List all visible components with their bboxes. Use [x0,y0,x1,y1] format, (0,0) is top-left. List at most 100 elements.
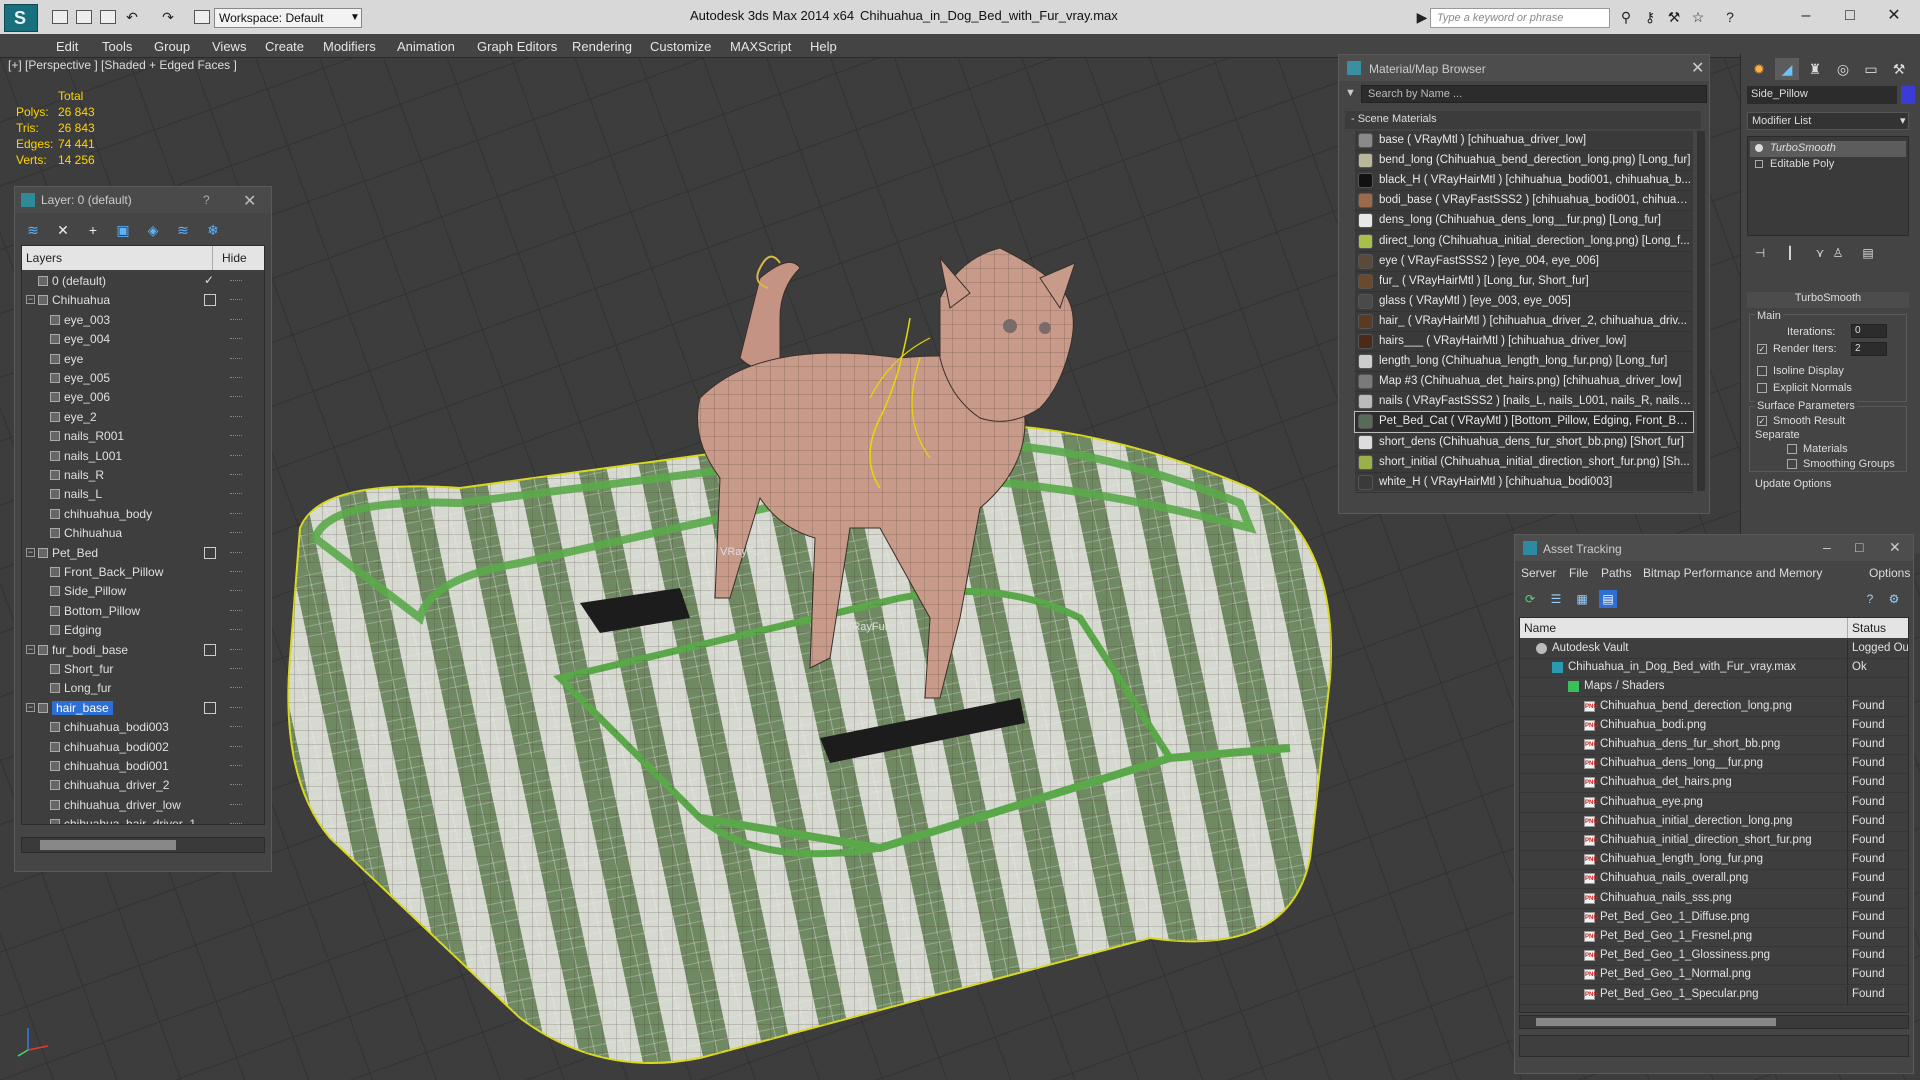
hide-toggle[interactable] [230,745,242,748]
column-divider[interactable] [212,246,213,270]
column-header-layers[interactable]: Layers [26,251,62,265]
help-button[interactable]: ? [203,193,210,207]
asset-row[interactable]: PNG Pet_Bed_Geo_1_Normal.png Found [1520,966,1908,986]
material-row[interactable]: nails ( VRayFastSSS2 ) [nails_L, nails_L… [1355,392,1693,413]
select-objects-icon[interactable]: ▣ [113,221,133,239]
asset-row[interactable]: PNG Chihuahua_eye.png Found [1520,793,1908,813]
material-row[interactable]: glass ( VRayMtl ) [eye_003, eye_005] [1355,292,1693,312]
material-row[interactable]: fur_ ( VRayHairMtl ) [Long_fur, Short_fu… [1355,272,1693,292]
highlight-layer-icon[interactable]: ◈ [143,221,163,239]
hide-toggle[interactable] [230,706,242,709]
hide-toggle[interactable] [230,668,242,670]
asset-row[interactable]: PNG Pet_Bed_Geo_1_Glossiness.png Found [1520,947,1908,967]
material-row[interactable]: hairs___ ( VRayHairMtl ) [chihuahua_driv… [1355,332,1693,352]
open-file-icon[interactable] [76,10,92,24]
asset-row[interactable]: PNG Chihuahua_nails_sss.png Found [1520,889,1908,909]
explicit-normals-checkbox[interactable] [1757,383,1767,393]
asset-menu-options[interactable]: Options [1869,566,1910,580]
bulb-icon[interactable] [1755,144,1763,152]
menu-tools[interactable]: Tools [102,39,132,54]
layer-row[interactable]: − Pet_Bed [22,544,264,563]
layer-object-row[interactable]: Side_Pillow [22,582,264,601]
search-input[interactable]: Type a keyword or phrase [1430,8,1610,28]
hide-toggle[interactable] [230,532,242,534]
menu-help[interactable]: Help [810,39,837,54]
asset-row[interactable]: PNG Chihuahua_dens_long__fur.png Found [1520,755,1908,775]
separate-materials-checkbox[interactable] [1787,444,1797,454]
object-name-field[interactable]: Side_Pillow [1747,86,1897,104]
hide-toggle[interactable] [230,377,242,379]
layer-object-row[interactable]: eye_005 [22,369,264,388]
close-icon[interactable]: ✕ [1691,58,1704,78]
list-view-icon[interactable]: ☰ [1547,590,1565,608]
favorites-star-icon[interactable]: ☆ [1690,9,1706,25]
collapse-icon[interactable]: − [26,702,35,712]
menu-modifiers[interactable]: Modifiers [323,39,376,54]
smooth-result-checkbox[interactable]: ✓ [1757,416,1767,426]
add-to-layer-icon[interactable]: + [83,221,103,239]
undo-icon[interactable]: ↶ [124,9,140,25]
asset-row[interactable]: PNG Chihuahua_length_long_fur.png Found [1520,851,1908,871]
asset-menu-bitmap[interactable]: Bitmap Performance and Memory [1643,566,1822,580]
current-layer-check-icon[interactable]: ✓ [204,273,214,287]
layer-row[interactable]: 0 (default) ✓ [22,272,264,291]
hide-toggle[interactable] [230,396,242,398]
communication-icon[interactable]: ⚒ [1666,9,1682,25]
layer-current-checkbox[interactable] [204,701,216,714]
configure-sets-icon[interactable]: ▤ [1859,244,1877,262]
help-icon[interactable]: ? [1722,9,1738,25]
menu-group[interactable]: Group [154,39,190,54]
show-end-result-icon[interactable]: ┃ [1781,244,1799,262]
layer-row[interactable]: − Chihuahua [22,291,264,310]
scrollbar-thumb[interactable] [40,840,176,850]
utilities-tab-icon[interactable]: ⚒ [1887,58,1911,80]
scene-materials-section[interactable]: - Scene Materials [1345,111,1701,129]
material-row[interactable]: bodi_base ( VRayFastSSS2 ) [chihuahua_bo… [1355,191,1693,212]
hide-toggle[interactable] [230,318,242,321]
hide-toggle[interactable] [230,280,242,282]
asset-row[interactable]: PNG Pet_Bed_Geo_1_Diffuse.png Found [1520,908,1908,928]
hide-toggle[interactable] [230,299,242,301]
layer-current-checkbox[interactable] [204,546,216,559]
asset-row[interactable]: PNG Chihuahua_dens_fur_short_bb.png Found [1520,736,1908,755]
layer-object-row[interactable]: chihuahua_bodi003 [22,718,264,737]
column-header-status[interactable]: Status [1852,621,1886,635]
hide-toggle[interactable] [230,648,242,651]
asset-row[interactable]: Autodesk Vault Logged Out [1520,640,1908,659]
scrollbar-thumb[interactable] [1536,1018,1776,1026]
asset-menu-paths[interactable]: Paths [1601,566,1632,580]
freeze-all-icon[interactable]: ❄ [203,221,223,239]
hide-toggle[interactable] [230,726,242,728]
column-divider[interactable] [1847,618,1848,638]
create-tab-icon[interactable]: ✹ [1747,58,1771,80]
layer-panel-title[interactable]: Layer: 0 (default) ? ✕ [15,187,271,213]
material-row[interactable]: white_H ( VRayHairMtl ) [chihuahua_bodi0… [1355,473,1693,493]
asset-row[interactable]: PNG Chihuahua_initial_direction_short_fur… [1520,832,1908,851]
help-icon[interactable]: ? [1861,590,1879,608]
layer-object-row[interactable]: nails_R001 [22,427,264,446]
hide-toggle[interactable] [230,629,242,631]
layer-object-row[interactable]: chihuahua_bodi001 [22,757,264,776]
layer-object-row[interactable]: chihuahua_driver_low [22,796,264,815]
app-logo-button[interactable]: S [4,4,38,32]
turbosmooth-rollout-title[interactable]: TurboSmooth [1747,292,1909,308]
material-row[interactable]: length_long (Chihuahua_length_long_fur.p… [1355,352,1693,373]
hide-toggle[interactable] [230,454,242,457]
asset-row[interactable]: Chihuahua_in_Dog_Bed_with_Fur_vray.max Ok [1520,659,1908,679]
hide-toggle[interactable] [230,551,242,554]
asset-row[interactable]: Maps / Shaders [1520,678,1908,698]
layer-object-row[interactable]: eye_003 [22,311,264,330]
material-row[interactable]: short_dens (Chihuahua_dens_fur_short_bb.… [1355,433,1693,453]
layer-row[interactable]: − fur_bodi_base [22,641,264,660]
layer-object-row[interactable]: Chihuahua [22,524,264,543]
hide-toggle[interactable] [230,609,242,612]
render-iters-spinner[interactable]: 2 [1851,342,1887,356]
hide-toggle[interactable] [230,784,242,786]
layer-object-row[interactable]: eye [22,350,264,369]
layer-object-row[interactable]: Short_fur [22,660,264,679]
layer-object-row[interactable]: eye_2 [22,408,264,427]
column-header-hide[interactable]: Hide [222,251,247,265]
material-row[interactable]: black_H ( VRayHairMtl ) [chihuahua_bodi0… [1355,171,1693,192]
workspace-dropdown[interactable]: Workspace: Default [214,8,362,28]
delete-layer-icon[interactable]: ✕ [53,221,73,239]
